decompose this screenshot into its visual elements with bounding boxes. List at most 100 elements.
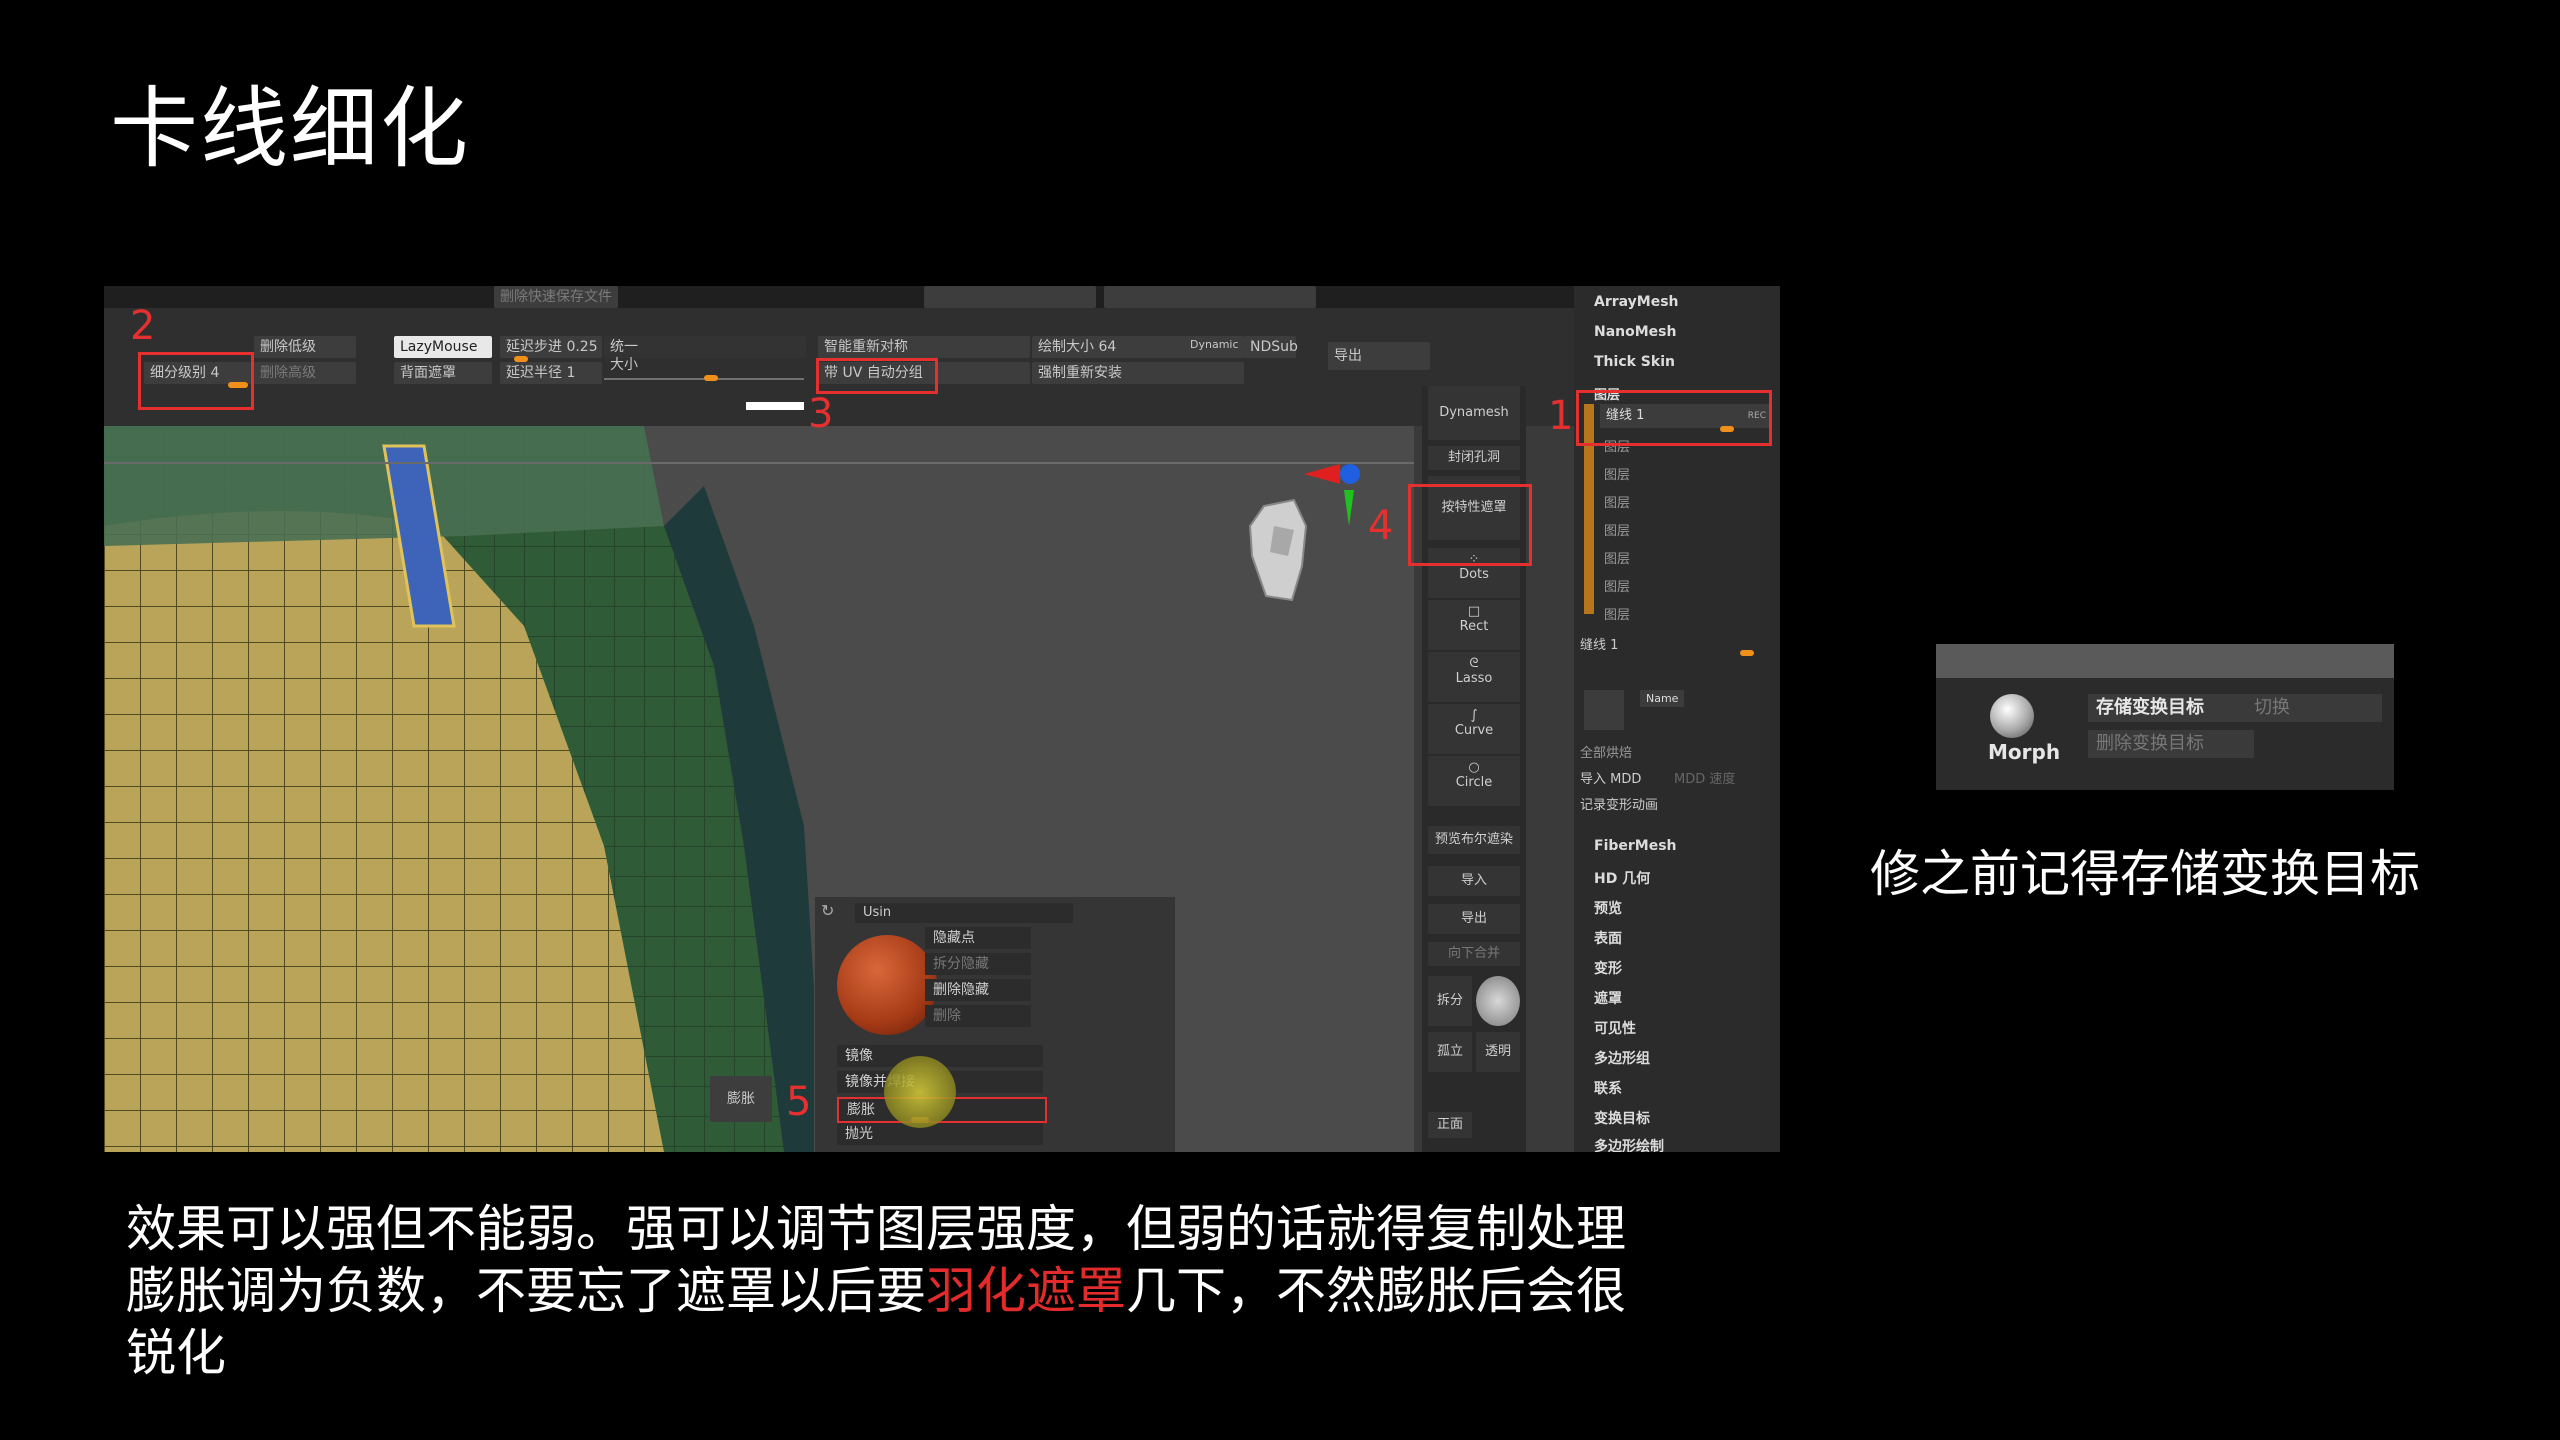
toolbar-slot[interactable] — [924, 286, 1096, 308]
reset-icon[interactable]: ↻ — [821, 901, 834, 920]
lazymouse-button[interactable]: LazyMouse — [394, 336, 492, 358]
morph-target-menu[interactable]: 变换目标 — [1594, 1108, 1650, 1128]
layer-bottom-knob[interactable] — [1740, 650, 1754, 656]
layer-row[interactable]: 图层 — [1604, 548, 1630, 567]
top-toolbar: 删除快速保存文件 细分级别 4 删除低级 删除高级 LazyMouse 背面遮罩… — [104, 286, 1780, 426]
annotation-box-1 — [1576, 390, 1772, 446]
orientation-head-icon[interactable] — [1244, 496, 1314, 606]
annotation-box-2 — [138, 352, 254, 410]
export-button[interactable]: 导出 — [1328, 342, 1430, 370]
dots-label: Dots — [1459, 567, 1489, 582]
morph-header-bar — [1936, 644, 2394, 678]
toolbar-slot-2[interactable] — [1104, 286, 1316, 308]
hd-geometry-menu[interactable]: HD 几何 — [1594, 868, 1650, 888]
solo-sphere-icon[interactable] — [1476, 976, 1520, 1026]
size-slider-label: 大小 — [610, 357, 638, 373]
deformation-popup: ↻ Usin 隐藏点 拆分隐藏 删除隐藏 删除 镜像 镜像并焊接 膨胀 抛光 — [814, 896, 1176, 1152]
horizon-line — [104, 462, 1414, 464]
caption-line-2b: 几下，不然膨胀后会很 — [1126, 1262, 1626, 1320]
ndsub-button[interactable]: NDSub — [1244, 336, 1298, 358]
delete-hidden-button[interactable]: 删除隐藏 — [925, 979, 1031, 1001]
layer-row[interactable]: 图层 — [1604, 604, 1630, 623]
slide-caption: 效果可以强但不能弱。强可以调节图层强度，但弱的话就得复制处理 膨胀调为负数，不要… — [126, 1198, 1806, 1384]
force-reinstall-button[interactable]: 强制重新安装 — [1032, 362, 1244, 384]
material-sphere[interactable] — [837, 935, 937, 1035]
rect-icon: □ — [1467, 604, 1481, 619]
layer-row[interactable]: 图层 — [1604, 492, 1630, 511]
arraymesh-menu[interactable]: ArrayMesh — [1594, 294, 1679, 310]
annotation-number-1: 1 — [1548, 393, 1574, 439]
layer-row[interactable]: 图层 — [1604, 520, 1630, 539]
dynamic-toggle[interactable]: Dynamic — [1184, 334, 1239, 356]
curve-tool[interactable]: ∫ Curve — [1428, 704, 1520, 754]
new-layer-icon[interactable] — [1584, 690, 1624, 730]
masking-menu[interactable]: 遮罩 — [1594, 988, 1622, 1008]
layer-bottom-label: 缝线 1 — [1580, 638, 1619, 653]
delete-button[interactable]: 删除 — [925, 1005, 1031, 1027]
layer-row[interactable]: 图层 — [1604, 464, 1630, 483]
lazy-radius-slider[interactable]: 延迟半径 1 — [500, 362, 602, 384]
switch-morph-button[interactable]: 切换 — [2246, 694, 2382, 722]
slide-title: 卡线细化 — [110, 77, 471, 180]
size-knob[interactable] — [704, 375, 718, 381]
annotation-number-2: 2 — [130, 303, 156, 349]
popup-title: Usin — [855, 903, 1073, 923]
preview-boolean-button[interactable]: 预览布尔遮染 — [1428, 826, 1520, 854]
polygroups-menu[interactable]: 多边形组 — [1594, 1048, 1650, 1068]
export-tool-button[interactable]: 导出 — [1428, 904, 1520, 934]
merge-down-button[interactable]: 向下合并 — [1428, 942, 1520, 966]
import-button[interactable]: 导入 — [1428, 866, 1520, 896]
split-button[interactable]: 拆分 — [1428, 976, 1472, 1026]
bake-all-button[interactable]: 全部烘焙 — [1580, 742, 1632, 761]
zbrush-screenshot: 删除快速保存文件 细分级别 4 删除低级 删除高级 LazyMouse 背面遮罩… — [104, 286, 1780, 1152]
surface-menu[interactable]: 表面 — [1594, 928, 1622, 948]
brush-cursor — [884, 1056, 956, 1128]
record-anim-button[interactable]: 记录变形动画 — [1580, 794, 1658, 813]
visibility-menu[interactable]: 可见性 — [1594, 1018, 1636, 1038]
delete-higher-button[interactable]: 删除高级 — [254, 362, 356, 384]
preview-menu[interactable]: 预览 — [1594, 898, 1622, 918]
hide-point-button[interactable]: 隐藏点 — [925, 927, 1031, 949]
backface-mask-button[interactable]: 背面遮罩 — [394, 362, 492, 384]
viewport-canvas[interactable] — [104, 426, 1414, 1152]
mesh-render — [104, 426, 824, 1152]
delete-morph-target-button[interactable]: 删除变换目标 — [2088, 730, 2254, 758]
annotation-number-3: 3 — [808, 391, 834, 437]
inflate-side-button[interactable]: 膨胀 — [710, 1076, 772, 1122]
lasso-icon: ᘓ — [1469, 656, 1479, 671]
nanomesh-menu[interactable]: NanoMesh — [1594, 324, 1676, 340]
split-hidden-button[interactable]: 拆分隐藏 — [925, 953, 1031, 975]
close-holes-button[interactable]: 封闭孔洞 — [1428, 446, 1520, 470]
smart-resym-button[interactable]: 智能重新对称 — [818, 336, 1030, 358]
lazy-step-knob[interactable] — [514, 356, 528, 362]
annotation-number-4: 4 — [1368, 503, 1394, 549]
contact-menu[interactable]: 联系 — [1594, 1078, 1622, 1098]
delete-quicksave-button[interactable]: 删除快速保存文件 — [494, 286, 618, 308]
mdd-speed-slider[interactable]: MDD 速度 — [1674, 768, 1735, 787]
front-button[interactable]: 正面 — [1428, 1112, 1472, 1138]
caption-highlight: 羽化遮罩 — [926, 1262, 1126, 1320]
store-morph-target-button[interactable]: 存储变换目标 — [2088, 694, 2254, 722]
rect-tool[interactable]: □ Rect — [1428, 600, 1520, 650]
lasso-tool[interactable]: ᘓ Lasso — [1428, 652, 1520, 702]
isolate-button[interactable]: 孤立 — [1428, 1032, 1472, 1072]
import-mdd-button[interactable]: 导入 MDD — [1580, 768, 1641, 787]
name-button[interactable]: Name — [1640, 690, 1685, 707]
caption-line-2a: 膨胀调为负数，不要忘了遮罩以后要 — [126, 1262, 926, 1320]
polypaint-menu[interactable]: 多边形绘制 — [1594, 1136, 1664, 1152]
circle-tool[interactable]: ○ Circle — [1428, 756, 1520, 806]
polish-slider[interactable]: 抛光 — [837, 1123, 1043, 1145]
dynamesh-button[interactable]: Dynamesh — [1428, 386, 1520, 440]
delete-lower-button[interactable]: 删除低级 — [254, 336, 356, 358]
lasso-label: Lasso — [1455, 671, 1493, 686]
layer-row[interactable]: 图层 — [1604, 576, 1630, 595]
transparent-button[interactable]: 透明 — [1476, 1032, 1520, 1072]
annotation-number-5: 5 — [786, 1079, 812, 1125]
deformation-menu[interactable]: 变形 — [1594, 958, 1622, 978]
curve-icon: ∫ — [1470, 708, 1478, 723]
morph-target-screenshot: Morph 存储变换目标 切换 删除变换目标 — [1936, 644, 2394, 790]
morph-label: Morph — [1988, 740, 2061, 764]
fibermesh-menu[interactable]: FiberMesh — [1594, 838, 1677, 854]
lazy-step-slider[interactable]: 延迟步进 0.25 — [500, 336, 602, 358]
thickskin-menu[interactable]: Thick Skin — [1594, 354, 1675, 370]
